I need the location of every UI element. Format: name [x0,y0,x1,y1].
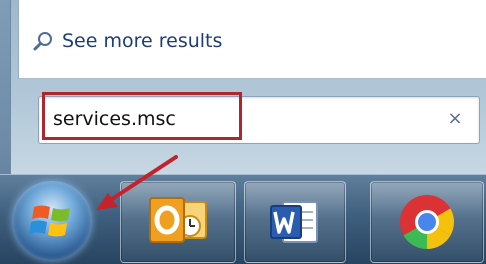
start-search-box[interactable]: × [38,96,480,144]
taskbar-chrome-button[interactable] [370,181,484,263]
taskbar-outlook-button[interactable] [120,181,236,263]
taskbar-word-button[interactable] [244,181,346,263]
magnifier-icon [32,30,54,52]
clear-search-icon[interactable]: × [445,109,465,129]
search-input[interactable] [47,97,423,141]
taskbar [0,174,486,264]
see-more-results-label: See more results [62,30,223,52]
screenshot-stage: See more results × [0,0,486,264]
see-more-results-link[interactable]: See more results [32,26,222,56]
start-button[interactable] [12,181,92,261]
